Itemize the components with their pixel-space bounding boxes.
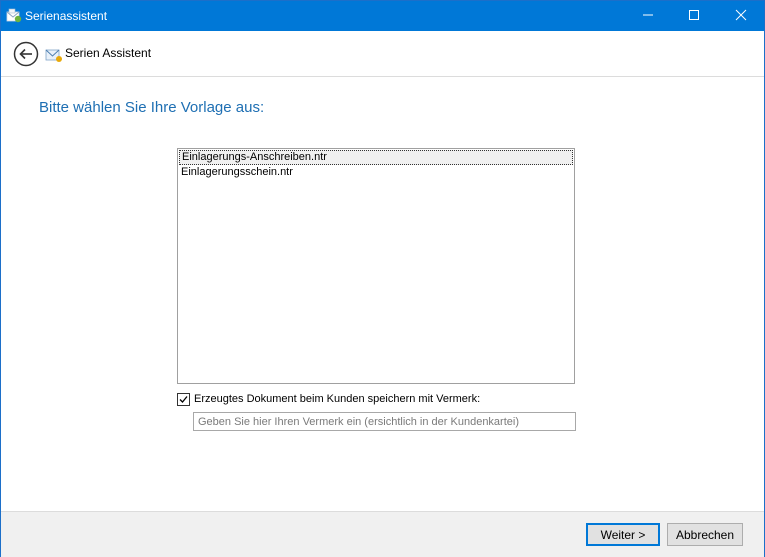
wizard-window: Serienassistent Serien Assistent Bitte w… — [0, 0, 765, 557]
template-list-item[interactable]: Einlagerungs-Anschreiben.ntr — [179, 150, 573, 165]
note-input[interactable] — [193, 412, 576, 431]
wizard-footer: Weiter > Abbrechen — [1, 511, 764, 557]
save-note-checkbox[interactable] — [177, 393, 190, 406]
next-button[interactable]: Weiter > — [586, 523, 660, 546]
wizard-content: Bitte wählen Sie Ihre Vorlage aus: Einla… — [1, 77, 764, 511]
maximize-button[interactable] — [671, 1, 717, 31]
close-icon — [735, 9, 747, 24]
window-title: Serienassistent — [25, 9, 108, 23]
close-button[interactable] — [718, 1, 764, 31]
wizard-header: Serien Assistent — [1, 31, 764, 77]
cancel-button[interactable]: Abbrechen — [667, 523, 743, 546]
back-button[interactable] — [13, 41, 39, 67]
minimize-icon — [642, 9, 654, 24]
envelope-icon — [45, 47, 63, 63]
template-listbox[interactable]: Einlagerungs-Anschreiben.ntr Einlagerung… — [177, 148, 575, 384]
maximize-icon — [688, 9, 700, 24]
minimize-button[interactable] — [625, 1, 671, 31]
wizard-title: Serien Assistent — [65, 46, 152, 60]
page-heading: Bitte wählen Sie Ihre Vorlage aus: — [39, 99, 265, 116]
back-arrow-icon — [13, 41, 39, 70]
template-list-item[interactable]: Einlagerungsschein.ntr — [179, 165, 573, 180]
checkmark-icon — [178, 394, 189, 405]
mail-merge-icon — [6, 8, 22, 24]
title-bar[interactable]: Serienassistent — [1, 1, 764, 31]
save-note-label: Erzeugtes Dokument beim Kunden speichern… — [194, 393, 481, 405]
